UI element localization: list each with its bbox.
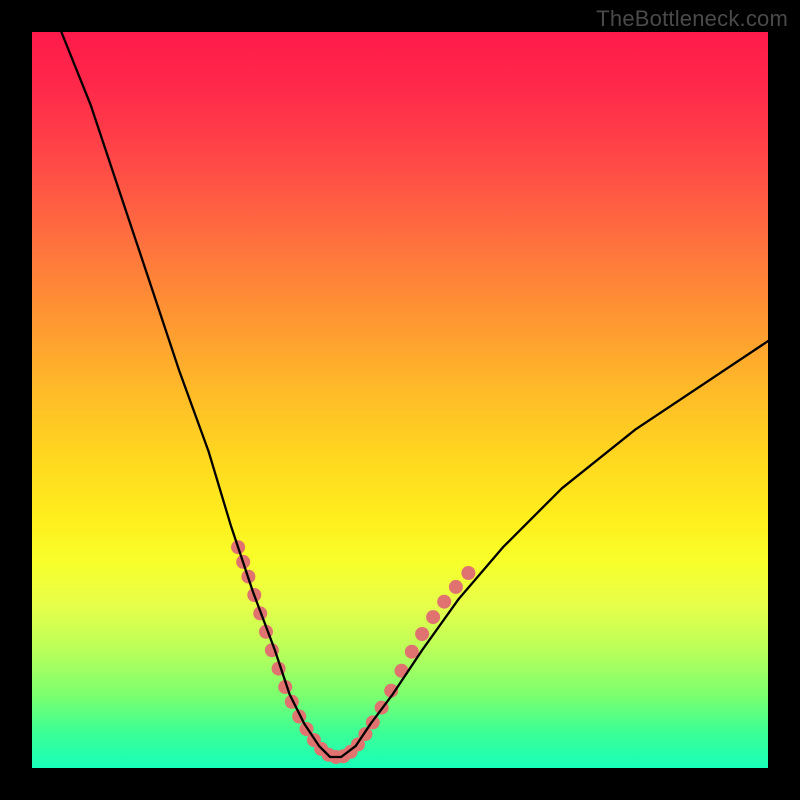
curve-svg [32,32,768,768]
chart-frame: TheBottleneck.com [0,0,800,800]
attribution-text: TheBottleneck.com [596,6,788,32]
marker-dot [461,566,475,580]
plot-area [32,32,768,768]
marker-dot [437,595,451,609]
marker-dot [426,610,440,624]
marker-dot [449,580,463,594]
marker-dot [415,627,429,641]
marker-dots-group [231,540,475,764]
